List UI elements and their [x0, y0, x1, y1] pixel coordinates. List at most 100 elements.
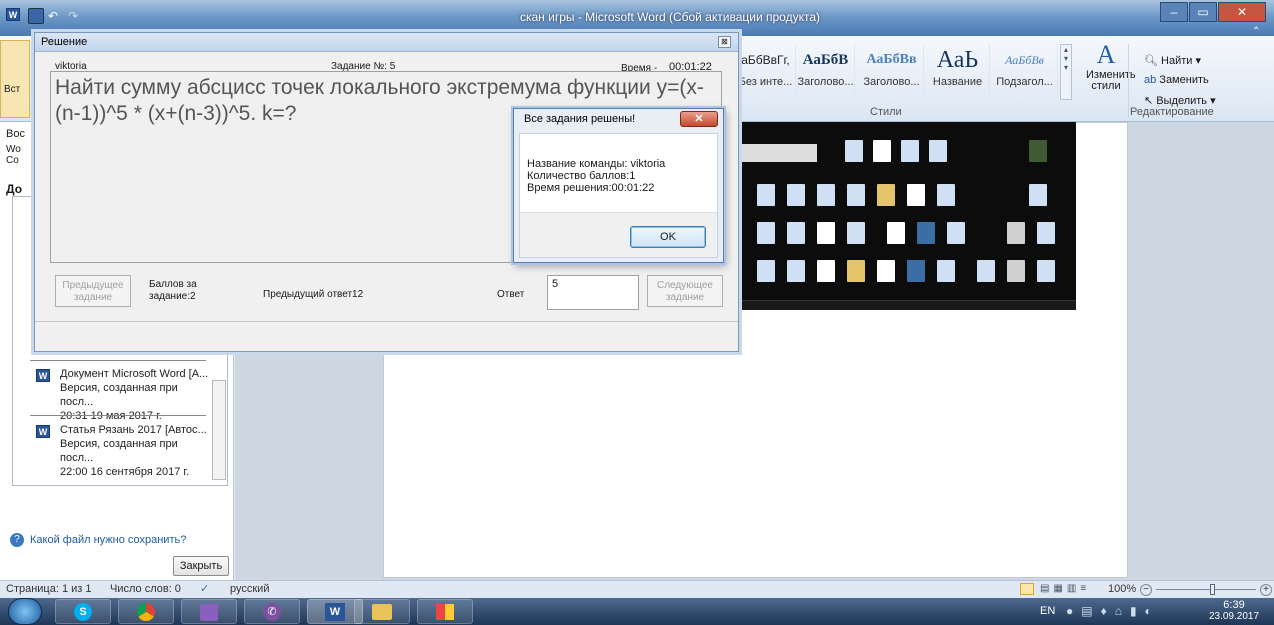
desktop-file-icon: [787, 222, 805, 244]
style-heading1[interactable]: АаБбВ Заголово...: [797, 44, 855, 98]
desktop-file-icon: [757, 260, 775, 282]
change-styles-button[interactable]: A Изменить стили: [1086, 40, 1136, 92]
close-window-button[interactable]: ✕: [1218, 2, 1266, 22]
replace-icon: ab: [1144, 74, 1160, 86]
desktop-file-icon: [757, 184, 775, 206]
zoom-out-icon[interactable]: −: [1140, 584, 1152, 596]
desktop-file-icon: [947, 222, 965, 244]
language[interactable]: русский: [230, 583, 269, 595]
desktop-file-icon: [817, 260, 835, 282]
app-icon: [200, 604, 218, 621]
desktop-file-icon: [873, 140, 891, 162]
desktop-file-icon: [937, 260, 955, 282]
next-task-button[interactable]: Следующее задание: [647, 275, 723, 307]
desktop-screenshot-image: [737, 122, 1076, 310]
styles-scroll[interactable]: ▴ ▾ ▾: [1060, 44, 1072, 100]
style-heading2[interactable]: АаБбВв Заголово...: [860, 44, 924, 98]
binoculars-icon: 🔍︎: [1144, 55, 1162, 67]
messagebox-line-time: Время решения:00:01:22: [527, 182, 655, 194]
messagebox-line-team: Название команды: viktoria: [527, 158, 666, 170]
input-language[interactable]: EN: [1040, 605, 1055, 617]
folder-icon: [372, 604, 392, 620]
change-styles-icon: A: [1096, 40, 1116, 69]
zoom-slider-thumb[interactable]: [1210, 584, 1215, 595]
redo-icon[interactable]: ↷: [68, 8, 84, 24]
desktop-file-icon: [787, 260, 805, 282]
ribbon-separator: [1128, 44, 1129, 118]
skype-icon: S: [74, 603, 92, 621]
word-icon: W: [325, 603, 345, 621]
start-button[interactable]: [8, 598, 42, 625]
taskbar-skype[interactable]: S: [55, 599, 111, 624]
recent-item-2[interactable]: Статья Рязань 2017 [Автос... Версия, соз…: [60, 423, 210, 479]
find-button[interactable]: 🔍︎ Найти ▾: [1144, 54, 1201, 67]
clock-date[interactable]: 23.09.2017: [1206, 611, 1262, 622]
word-doc-icon: W: [36, 369, 50, 382]
left-pane-label-3: Co: [6, 155, 19, 166]
clock-time[interactable]: 6:39: [1206, 599, 1262, 611]
prev-task-button[interactable]: Предыдущее задание: [55, 275, 131, 307]
save-icon[interactable]: [28, 8, 44, 24]
close-pane-button[interactable]: Закрыть: [173, 556, 229, 576]
desktop-file-icon: [907, 184, 925, 206]
proofing-icon[interactable]: ✓: [200, 582, 209, 595]
desktop-file-icon: [929, 140, 947, 162]
desktop-file-icon: [1007, 260, 1025, 282]
messagebox-title: Все задания решены!: [524, 113, 636, 125]
paste-button[interactable]: [0, 40, 30, 118]
style-title[interactable]: АаЬ Название: [926, 44, 990, 98]
help-link[interactable]: Какой файл нужно сохранить?: [30, 534, 186, 546]
style-no-spacing[interactable]: аБбВвГг, Без инте...: [736, 44, 796, 98]
word-count[interactable]: Число слов: 0: [110, 583, 181, 595]
print-layout-icon[interactable]: [1020, 583, 1034, 595]
result-messagebox: Все задания решены! ✕ Название команды: …: [513, 108, 724, 263]
left-pane-label-2: Wo: [6, 144, 21, 155]
taskbar-app3[interactable]: [181, 599, 237, 624]
desktop-file-icon: [877, 260, 895, 282]
taskbar-app7[interactable]: [417, 599, 473, 624]
prev-answer: Предыдущий ответ12: [263, 289, 364, 300]
list-divider: [30, 415, 206, 416]
zoom-in-icon[interactable]: +: [1260, 584, 1272, 596]
maximize-button[interactable]: ▭: [1189, 2, 1217, 22]
desktop-file-icon: [787, 184, 805, 206]
answer-input[interactable]: 5: [547, 275, 639, 310]
page-count[interactable]: Страница: 1 из 1: [6, 583, 92, 595]
messagebox-close-button[interactable]: ✕: [680, 111, 718, 127]
app-icon: [436, 604, 454, 620]
desktop-file-icon: [817, 184, 835, 206]
recent-scrollbar[interactable]: [212, 380, 226, 480]
desktop-file-icon: [937, 184, 955, 206]
undo-icon[interactable]: ↶: [48, 8, 64, 24]
messagebox-line-points: Количество баллов:1: [527, 170, 636, 182]
dialog-caption: Решение ⊠: [35, 33, 738, 52]
replace-button[interactable]: ab Заменить: [1144, 74, 1209, 86]
taskbar: S ✆ W EN ●▤♦⌂▮◐ 6:39 23.09.2017: [0, 598, 1274, 625]
left-pane-label-4: До: [6, 182, 23, 196]
screenshot-taskbar: [737, 300, 1076, 310]
dialog-title: Решение: [41, 36, 88, 48]
word-app-icon[interactable]: W: [6, 8, 20, 21]
word-titlebar: W ↶ ↷ скан игры - Microsoft Word (Сбой а…: [0, 0, 1274, 37]
desktop-file-icon: [757, 222, 775, 244]
ok-button[interactable]: OK: [630, 226, 706, 248]
view-buttons[interactable]: ▤▦▥≡: [1040, 583, 1100, 595]
zoom-slider[interactable]: [1156, 589, 1256, 590]
messagebox-body: Название команды: viktoria Количество ба…: [519, 133, 718, 258]
tray-icons[interactable]: ●▤♦⌂▮◐: [1066, 604, 1160, 618]
style-subtitle[interactable]: АаБбВв Подзагол...: [992, 44, 1058, 98]
desktop-file-icon: [847, 222, 865, 244]
desktop-file-icon: [907, 260, 925, 282]
taskbar-explorer[interactable]: [354, 599, 410, 624]
answer-label: Ответ: [497, 289, 525, 300]
dialog-close-icon[interactable]: ⊠: [718, 36, 731, 48]
minimize-button[interactable]: –: [1160, 2, 1188, 22]
desktop-file-icon: [977, 260, 995, 282]
taskbar-chrome[interactable]: [118, 599, 174, 624]
taskbar-viber[interactable]: ✆: [244, 599, 300, 624]
statusbar: Страница: 1 из 1 Число слов: 0 ✓ русский…: [0, 580, 1274, 598]
zoom-level[interactable]: 100%: [1108, 583, 1136, 595]
help-icon: ?: [10, 533, 24, 547]
styles-group-label: Стили: [870, 106, 902, 118]
dialog-divider: [35, 321, 738, 322]
